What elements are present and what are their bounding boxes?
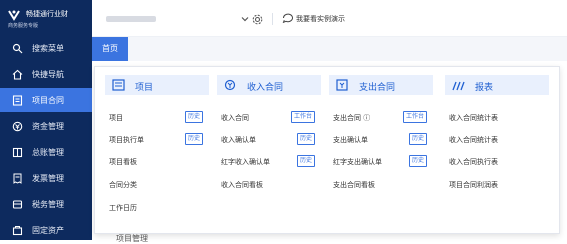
menu-item-project-board[interactable]: 项目看板 [105,155,217,169]
menu-column-header: 报表 [445,75,549,95]
menu-column-header: 项目 [105,75,209,95]
menu-column-title: 报表 [475,83,494,93]
sidebar-item-fund-management[interactable]: 资金管理 [0,114,92,138]
menu-item-label: 合同分类 [109,181,137,189]
menu-item-label: 收入合同看板 [221,181,263,189]
company-selector[interactable] [102,11,252,27]
menu-item-label: 收入合同统计表 [449,136,498,144]
chat-icon [282,13,293,23]
menu-item-label: 工作日历 [109,204,137,212]
menu-item-red-expense-confirmation[interactable]: 红字支出确认单 历史 [329,155,441,169]
top-bar: 我要看实例演示 [92,0,567,37]
menu-column-title: 收入合同 [247,83,284,93]
sidebar-item-label: 税务管理 [32,200,64,209]
asset-icon [12,226,23,236]
brand-logo-icon [8,10,20,21]
project-icon [112,79,125,91]
sidebar-item-invoice-management[interactable]: 发票管理 [0,166,92,190]
background-section-title: 项目管理 [116,234,148,243]
menu-column-header: 收入合同 [217,75,321,95]
workbench-tag[interactable]: 工作台 [291,111,316,123]
menu-item-project-contract-profit[interactable]: 项目合同利润表 [445,178,557,192]
contract-icon [12,95,23,106]
history-tag[interactable]: 历史 [297,155,316,167]
menu-item-income-contract-stats[interactable]: 收入合同统计表 [445,111,557,125]
project-contract-menu: 项目 项目 历史 项目执行单 历史 项目看板 合同分类 工作日历 收入合同 收入… [94,66,560,234]
history-tag[interactable]: 历史 [185,133,204,145]
search-icon [12,43,23,54]
menu-item-project-execution[interactable]: 项目执行单 历史 [105,133,217,147]
menu-item-label: 支出确认单 [333,136,368,144]
sidebar-item-project-contract[interactable]: 项目合同 [0,88,92,112]
brand-name: 畅捷通行业财 [26,10,68,18]
sidebar-item-label: 固定资产 [32,226,64,235]
divider [272,13,273,25]
menu-item-label: 项目合同利润表 [449,181,498,189]
sidebar-item-label: 项目合同 [32,96,64,105]
sidebar-item-search-menu[interactable]: 搜索菜单 [0,36,92,60]
sidebar-item-label: 资金管理 [32,122,64,131]
ledger-icon [12,147,23,158]
company-name-redacted [106,16,156,22]
brand: 畅捷通行业财 商务服务专版 [0,0,92,34]
menu-column-title: 支出合同 [359,83,396,93]
sidebar-item-fixed-assets[interactable]: 固定资产 [0,218,92,242]
sidebar-item-tax-management[interactable]: 税务管理 [0,192,92,216]
money-icon [12,121,23,132]
report-icon [452,81,465,91]
menu-item-income-contract[interactable]: 收入合同 工作台 [217,111,329,125]
home-icon [12,69,23,80]
menu-item-label: 项目 [109,114,123,122]
sidebar-item-label: 快捷导航 [32,70,64,79]
menu-item-label: 支出合同看板 [333,181,375,189]
invoice-icon [13,173,22,184]
menu-item-label: 项目看板 [109,158,137,166]
sidebar-item-label: 搜索菜单 [32,44,64,53]
menu-item-income-contract-stats[interactable]: 收入合同统计表 [445,133,557,147]
menu-item-expense-confirmation[interactable]: 支出确认单 历史 [329,133,441,147]
sidebar: 畅捷通行业财 商务服务专版 搜索菜单 快捷导航 项目合同 资金管理 总账管理 发… [0,0,92,240]
menu-item-project[interactable]: 项目 历史 [105,111,217,125]
tab-home[interactable]: 首页 [92,37,128,61]
history-tag[interactable]: 历史 [185,111,204,123]
gear-icon[interactable] [252,14,263,25]
demo-link-label: 我要看实例演示 [296,15,345,23]
tax-icon [12,200,23,209]
sidebar-item-quick-nav[interactable]: 快捷导航 [0,62,92,86]
menu-item-label: 收入合同执行表 [449,158,498,166]
menu-item-income-contract-execution[interactable]: 收入合同执行表 [445,155,557,169]
expense-contract-icon [336,79,348,91]
sidebar-item-label: 总账管理 [32,148,64,157]
menu-item-work-calendar[interactable]: 工作日历 [105,201,217,215]
menu-item-label: 收入合同 [221,114,249,122]
menu-column-title: 项目 [135,83,154,93]
history-tag[interactable]: 历史 [297,133,316,145]
menu-item-income-confirmation[interactable]: 收入确认单 历史 [217,133,329,147]
menu-item-income-contract-board[interactable]: 收入合同看板 [217,178,329,192]
menu-item-label: 项目执行单 [109,136,144,144]
menu-item-red-income-confirmation[interactable]: 红字收入确认单 历史 [217,155,329,169]
menu-item-expense-contract[interactable]: 支出合同 ⓘ 工作台 [329,111,441,125]
brand-subtitle: 商务服务专版 [8,23,39,29]
menu-item-label: 红字支出确认单 [333,158,382,166]
chevron-down-icon [241,17,249,22]
menu-item-label: 支出合同 ⓘ [333,114,371,122]
menu-column-header: 支出合同 [329,75,433,95]
menu-item-label: 红字收入确认单 [221,158,270,166]
menu-item-contract-category[interactable]: 合同分类 [105,178,217,192]
menu-item-label: 收入确认单 [221,136,256,144]
history-tag[interactable]: 历史 [409,133,428,145]
workbench-tag[interactable]: 工作台 [403,111,428,123]
history-tag[interactable]: 历史 [409,155,428,167]
sidebar-item-label: 发票管理 [32,174,64,183]
income-contract-icon [224,79,236,91]
sidebar-item-general-ledger[interactable]: 总账管理 [0,140,92,164]
menu-item-label: 收入合同统计表 [449,114,498,122]
tab-strip: 首页 [92,37,567,61]
menu-item-expense-contract-board[interactable]: 支出合同看板 [329,178,441,192]
